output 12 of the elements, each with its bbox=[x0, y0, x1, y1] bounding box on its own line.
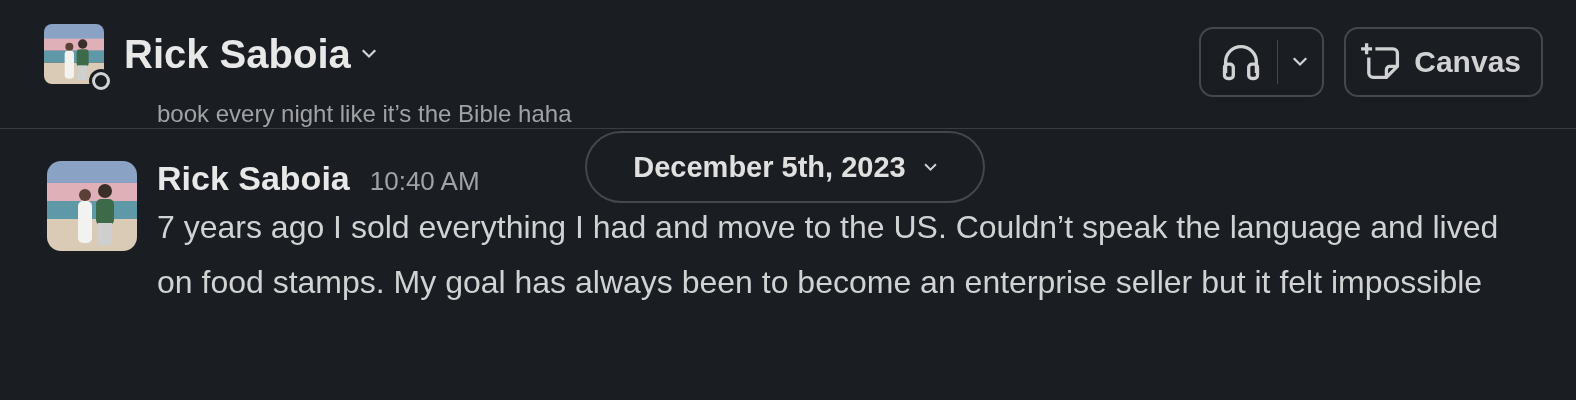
huddle-button[interactable] bbox=[1199, 27, 1325, 97]
timestamp[interactable]: 10:40 AM bbox=[369, 166, 480, 197]
message-text: 7 years ago I sold everything I had and move to the US. Couldn’t speak the language and lived on food stamps. My goal has always been to become an enterprise seller but it felt impossible bbox=[157, 208, 1500, 302]
chevron-icon bbox=[360, 49, 377, 59]
chevron-icon bbox=[923, 162, 937, 172]
channel-title[interactable]: Rick Saboia bbox=[124, 31, 377, 77]
canvas-button[interactable]: Canvas bbox=[1344, 27, 1543, 97]
date-divider[interactable]: December 5th, 2023 bbox=[585, 131, 985, 203]
chevron-icon bbox=[1292, 57, 1309, 67]
author-name[interactable]: Rick Saboia bbox=[157, 159, 350, 198]
status-icon bbox=[92, 72, 110, 90]
message-text: book every night like it’s the Bible haha bbox=[157, 100, 572, 128]
